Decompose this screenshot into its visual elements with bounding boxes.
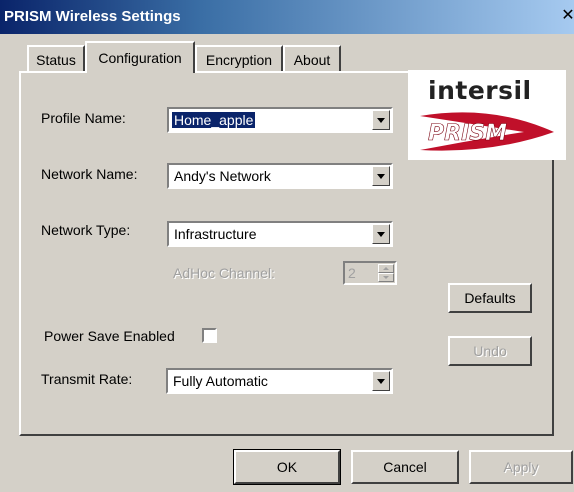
intersil-logo-text: intersil: [428, 76, 532, 105]
network-name-label: Network Name:: [41, 166, 138, 182]
spin-down-icon[interactable]: [378, 273, 394, 282]
cancel-button[interactable]: Cancel: [351, 450, 459, 484]
ok-button[interactable]: OK: [233, 449, 341, 485]
profile-name-label: Profile Name:: [41, 110, 126, 126]
undo-button[interactable]: Undo: [448, 336, 532, 366]
network-type-value: Infrastructure: [174, 226, 257, 242]
prism-logo-icon: PRISM: [420, 112, 554, 151]
tab-configuration[interactable]: Configuration: [85, 41, 195, 73]
adhoc-channel-label: AdHoc Channel:: [173, 265, 275, 281]
window-title: PRISM Wireless Settings: [4, 8, 181, 25]
defaults-button[interactable]: Defaults: [448, 283, 532, 313]
transmit-rate-label: Transmit Rate:: [41, 371, 133, 387]
apply-button[interactable]: Apply: [469, 450, 573, 484]
tab-about[interactable]: About: [283, 45, 341, 71]
network-name-value: Andy's Network: [174, 168, 271, 184]
network-type-dropdown[interactable]: Infrastructure: [167, 221, 393, 247]
power-save-checkbox[interactable]: [202, 328, 217, 343]
power-save-label: Power Save Enabled: [44, 328, 175, 344]
profile-name-dropdown[interactable]: Home_apple: [167, 107, 393, 133]
tab-encryption[interactable]: Encryption: [195, 45, 283, 71]
tab-status[interactable]: Status: [27, 45, 85, 71]
intersil-prism-logo: intersil PRISM: [408, 70, 566, 160]
chevron-down-icon[interactable]: [372, 371, 390, 391]
chevron-down-icon[interactable]: [372, 166, 390, 186]
close-button[interactable]: ✕: [558, 6, 574, 26]
title-bar[interactable]: PRISM Wireless Settings ✕: [0, 0, 574, 34]
chevron-down-icon[interactable]: [372, 224, 390, 244]
network-name-dropdown[interactable]: Andy's Network: [167, 163, 393, 189]
chevron-down-icon[interactable]: [372, 110, 390, 130]
profile-name-value: Home_apple: [172, 112, 256, 128]
prism-logo-text: PRISM: [428, 121, 507, 146]
adhoc-channel-value: 2: [348, 265, 356, 281]
spin-up-icon[interactable]: [378, 264, 394, 273]
transmit-rate-dropdown[interactable]: Fully Automatic: [166, 368, 393, 394]
network-type-label: Network Type:: [41, 222, 131, 238]
adhoc-channel-spinner[interactable]: 2: [343, 261, 397, 285]
transmit-rate-value: Fully Automatic: [173, 373, 268, 389]
prism-wireless-settings-window: PRISM Wireless Settings ✕ Status Configu…: [0, 0, 574, 492]
